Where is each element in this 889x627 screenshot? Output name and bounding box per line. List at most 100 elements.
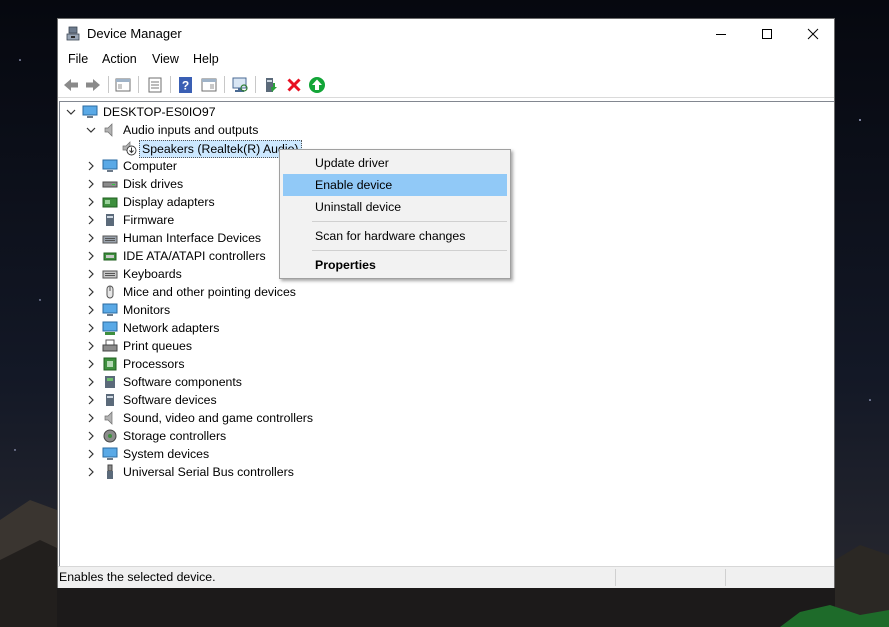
close-button[interactable] xyxy=(790,19,836,49)
software-device-icon xyxy=(106,394,114,406)
menu-item-update-driver[interactable]: Update driver xyxy=(283,152,507,174)
toolbar-separator xyxy=(138,76,139,93)
chevron-right-icon[interactable] xyxy=(86,179,96,189)
tree-item-label: Human Interface Devices xyxy=(123,231,262,245)
chevron-right-icon[interactable] xyxy=(86,287,96,297)
tree-item-label: Network adapters xyxy=(123,321,220,335)
menu-item-scan-hardware[interactable]: Scan for hardware changes xyxy=(283,225,507,247)
chevron-down-icon[interactable] xyxy=(66,107,76,117)
tree-item-print-queues[interactable]: Print queues xyxy=(60,337,360,355)
chevron-right-icon[interactable] xyxy=(86,431,96,441)
tree-item-software-components[interactable]: Software components xyxy=(60,373,360,391)
printer-icon xyxy=(102,339,118,352)
chevron-right-icon[interactable] xyxy=(86,449,96,459)
properties-icon[interactable] xyxy=(146,76,164,94)
chevron-right-icon[interactable] xyxy=(86,341,96,351)
help-icon[interactable]: ? xyxy=(177,76,195,94)
scan-monitor-icon[interactable] xyxy=(231,76,249,94)
tree-item-processors[interactable]: Processors xyxy=(60,355,360,373)
processor-icon xyxy=(103,357,117,371)
chevron-right-icon[interactable] xyxy=(86,377,96,387)
context-menu: Update driver Enable device Uninstall de… xyxy=(279,149,511,279)
tree-item-label: Processors xyxy=(123,357,185,371)
tree-item-label: Software devices xyxy=(123,393,217,407)
keyboard-icon xyxy=(102,270,118,279)
menu-view[interactable]: View xyxy=(150,52,181,66)
chevron-right-icon[interactable] xyxy=(86,359,96,369)
tree-item-network-adapters[interactable]: Network adapters xyxy=(60,319,360,337)
monitor-icon xyxy=(102,303,118,316)
menu-item-label: Update driver xyxy=(315,156,389,170)
title-bar[interactable]: Device Manager xyxy=(58,19,834,49)
enable-device-icon[interactable] xyxy=(308,76,326,94)
chevron-right-icon[interactable] xyxy=(86,413,96,423)
software-component-icon xyxy=(105,376,115,388)
network-adapter-icon xyxy=(102,321,118,335)
tree-item-monitors[interactable]: Monitors xyxy=(60,301,360,319)
menu-file[interactable]: File xyxy=(66,52,90,66)
tree-item-audio-inputs-outputs[interactable]: Audio inputs and outputs xyxy=(60,121,360,139)
maximize-icon xyxy=(762,29,772,39)
menu-help[interactable]: Help xyxy=(191,52,221,66)
menu-item-properties[interactable]: Properties xyxy=(283,254,507,276)
tree-item-storage-controllers[interactable]: Storage controllers xyxy=(60,427,360,445)
usb-icon xyxy=(107,464,113,479)
toolbar-separator xyxy=(108,76,109,93)
tree-item-system-devices[interactable]: System devices xyxy=(60,445,360,463)
update-driver-icon[interactable] xyxy=(262,76,280,94)
chevron-down-icon[interactable] xyxy=(86,125,96,135)
ide-controller-icon xyxy=(103,252,117,261)
status-separator xyxy=(615,569,616,586)
menu-item-label: Enable device xyxy=(315,178,393,192)
disk-drive-icon xyxy=(102,181,118,188)
computer-icon xyxy=(82,105,98,118)
selected-device-label: Speakers (Realtek(R) Audio) xyxy=(139,140,302,158)
chevron-right-icon[interactable] xyxy=(86,269,96,279)
uninstall-icon[interactable] xyxy=(285,76,303,94)
tree-item-label: Mice and other pointing devices xyxy=(123,285,296,299)
menu-item-uninstall-device[interactable]: Uninstall device xyxy=(283,196,507,218)
minimize-button[interactable] xyxy=(698,19,744,49)
status-bar: Enables the selected device. xyxy=(58,566,834,588)
tree-item-label: Monitors xyxy=(123,303,171,317)
forward-arrow-icon[interactable] xyxy=(84,76,102,94)
action-pane-icon[interactable] xyxy=(200,76,218,94)
tree-item-label: Disk drives xyxy=(123,177,184,191)
menu-action[interactable]: Action xyxy=(100,52,139,66)
tree-item-mice-and-other-pointing-devices[interactable]: Mice and other pointing devices xyxy=(60,283,360,301)
chevron-right-icon[interactable] xyxy=(86,467,96,477)
chevron-right-icon[interactable] xyxy=(86,215,96,225)
menu-item-label: Properties xyxy=(315,258,376,272)
chevron-right-icon[interactable] xyxy=(86,395,96,405)
chevron-right-icon[interactable] xyxy=(86,251,96,261)
tree-root[interactable]: DESKTOP-ES0IO97 xyxy=(60,103,360,121)
tree-item-software-devices[interactable]: Software devices xyxy=(60,391,360,409)
menu-item-enable-device[interactable]: Enable device xyxy=(283,174,507,196)
status-text: Enables the selected device. xyxy=(59,570,216,584)
close-icon xyxy=(807,28,819,40)
chevron-right-icon[interactable] xyxy=(86,197,96,207)
menu-separator xyxy=(312,221,507,222)
maximize-button[interactable] xyxy=(744,19,790,49)
storage-controller-icon xyxy=(103,429,117,443)
back-arrow-icon[interactable] xyxy=(62,76,80,94)
chevron-right-icon[interactable] xyxy=(86,323,96,333)
tree-item-label: Firmware xyxy=(123,213,175,227)
tree-item-label: Audio inputs and outputs xyxy=(123,123,259,137)
menu-bar: File Action View Help xyxy=(58,49,834,71)
window-title: Device Manager xyxy=(87,26,182,41)
chevron-right-icon[interactable] xyxy=(86,233,96,243)
chevron-right-icon[interactable] xyxy=(86,161,96,171)
tree-item-universal-serial-bus-controllers[interactable]: Universal Serial Bus controllers xyxy=(60,463,360,481)
tree-item-sound-video-and-game-controllers[interactable]: Sound, video and game controllers xyxy=(60,409,360,427)
menu-separator xyxy=(312,250,507,251)
menu-item-label: Scan for hardware changes xyxy=(315,229,466,243)
toolbar: ? xyxy=(58,72,834,98)
chevron-right-icon[interactable] xyxy=(86,305,96,315)
device-manager-window: Device Manager File Action View Help ? D… xyxy=(57,18,835,588)
disabled-speaker-icon xyxy=(122,141,137,156)
tree-item-label: Universal Serial Bus controllers xyxy=(123,465,294,479)
tree-item-label: Display adapters xyxy=(123,195,215,209)
show-hide-tree-icon[interactable] xyxy=(114,76,132,94)
tree-item-label: Storage controllers xyxy=(123,429,227,443)
